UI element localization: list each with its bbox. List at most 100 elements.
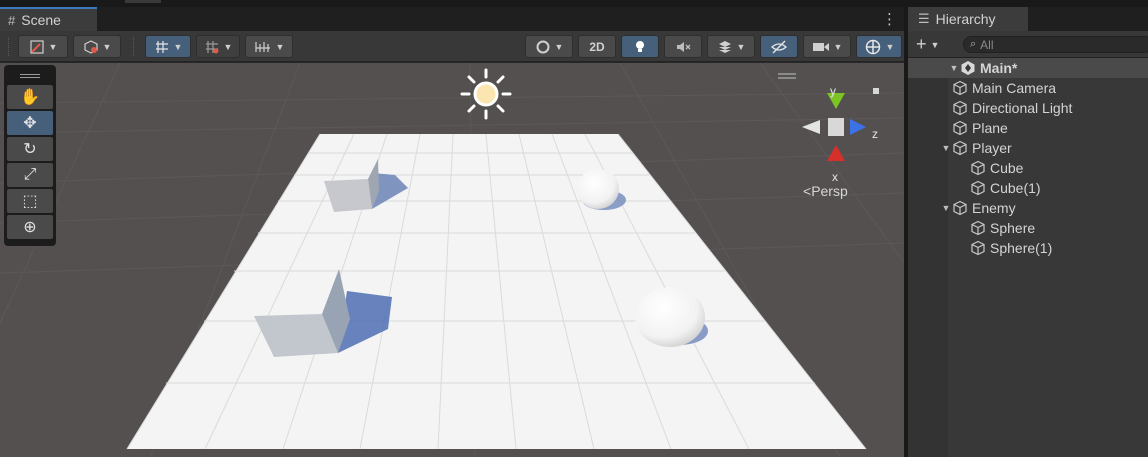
hierarchy-item-label: Directional Light: [972, 100, 1073, 116]
scene-toolbar: ▼ ▼ ▼ ▼ ▼ ▼ 2D ▼ ▼ ▼: [0, 31, 904, 62]
ruler-dropdown[interactable]: ▼: [245, 35, 293, 58]
move-tool-button[interactable]: ✥: [7, 111, 53, 135]
2d-toggle[interactable]: 2D: [578, 35, 616, 58]
hierarchy-item[interactable]: Main Camera: [908, 78, 1148, 98]
hierarchy-item[interactable]: Sphere(1): [908, 238, 1148, 258]
hierarchy-item-label: Sphere: [990, 220, 1036, 236]
projection-text: Persp: [811, 183, 848, 199]
create-dropdown[interactable]: + ▼: [916, 34, 939, 55]
hand-tool-button[interactable]: ✋: [7, 85, 53, 109]
list-icon: ☰: [918, 11, 930, 26]
rotate-icon: ↻: [23, 141, 37, 158]
hierarchy-item-label: Main Camera: [972, 80, 1057, 96]
chevron-down-icon: ▼: [930, 39, 940, 50]
scene-panel: # Scene ⋮ ▼ ▼ ▼ ▼ ▼ ▼ 2D ▼ ▼ ▼ y z x <Pe…: [0, 7, 904, 457]
hierarchy-item-label: Player: [972, 140, 1012, 156]
grid-snap-icon: [155, 40, 168, 53]
hierarchy-item-label: Plane: [972, 120, 1008, 136]
scene-render: [0, 63, 904, 457]
plane-mesh: [127, 134, 866, 449]
gizmo-lock-icon[interactable]: [873, 88, 879, 94]
tab-hierarchy-label: Hierarchy: [935, 11, 996, 27]
search-placeholder: All: [980, 37, 994, 52]
ruler-icon: [254, 41, 270, 52]
grid-icon: #: [8, 12, 16, 28]
hierarchy-item[interactable]: Plane: [908, 118, 1148, 138]
hierarchy-item[interactable]: Directional Light: [908, 98, 1148, 118]
gizmo-center-cube[interactable]: [828, 118, 844, 136]
gameobject-cube-icon: [952, 140, 972, 156]
hierarchy-item[interactable]: ▼ Enemy: [908, 198, 1148, 218]
orbit-dropdown[interactable]: ▼: [525, 35, 573, 58]
gameobject-cube-icon: [952, 100, 972, 116]
increment-snap-icon: [205, 40, 219, 53]
hierarchy-item-label: Enemy: [972, 200, 1016, 216]
gameobject-cube-icon: [952, 80, 972, 96]
increment-snap-dropdown[interactable]: ▼: [196, 35, 240, 58]
unity-scene-icon: [960, 60, 980, 76]
gizmo-y-label: y: [830, 84, 836, 98]
gizmo-x-label: x: [832, 170, 838, 184]
effects-dropdown[interactable]: ▼: [707, 35, 755, 58]
hierarchy-item-label: Main*: [980, 60, 1018, 76]
transform-icon: ⊕: [23, 219, 37, 236]
draw-mode-icon: [29, 39, 44, 54]
lighting-toggle[interactable]: [621, 35, 659, 58]
camera-icon: [812, 42, 829, 51]
gizmo-z-label: z: [872, 127, 878, 141]
transform-tool-button[interactable]: ⊕: [7, 215, 53, 239]
rect-tool-button[interactable]: ⬚: [7, 189, 53, 213]
tab-hierarchy[interactable]: ☰ Hierarchy: [908, 7, 1028, 31]
gameobject-cube-icon: [970, 160, 990, 176]
gizmo-x-cone[interactable]: [827, 145, 845, 161]
hierarchy-item[interactable]: Cube(1): [908, 178, 1148, 198]
orientation-gizmo[interactable]: [778, 73, 879, 161]
audio-mute-icon: [677, 41, 691, 52]
gameobject-cube-icon: [970, 240, 990, 256]
grid-snap-toggle[interactable]: ▼: [145, 35, 191, 58]
gizmos-dropdown[interactable]: ▼: [856, 35, 902, 58]
hidden-objects-toggle[interactable]: [760, 35, 798, 58]
gizmos-icon: [865, 39, 880, 54]
tab-scene[interactable]: # Scene: [0, 7, 97, 31]
hierarchy-item-label: Cube: [990, 160, 1024, 176]
gizmo-negx-cone[interactable]: [802, 120, 820, 134]
scale-tool-button[interactable]: ⤢: [7, 163, 53, 187]
effects-icon: [718, 40, 731, 53]
tool-palette-grip[interactable]: [7, 68, 53, 83]
camera-dropdown[interactable]: ▼: [803, 35, 851, 58]
expand-arrow-icon[interactable]: ▼: [940, 203, 952, 213]
hierarchy-scene-root[interactable]: ▼ Main*: [908, 58, 1148, 78]
shading-dropdown[interactable]: ▼: [73, 35, 121, 58]
gameobject-cube-icon: [952, 120, 972, 136]
audio-toggle[interactable]: [664, 35, 702, 58]
hierarchy-item-label: Sphere(1): [990, 240, 1053, 256]
hierarchy-tabbar: ☰ Hierarchy: [908, 7, 1148, 31]
directional-light-icon: [460, 68, 512, 120]
kebab-menu-icon[interactable]: ⋮: [882, 10, 897, 28]
gizmo-z-cone[interactable]: [850, 119, 866, 135]
hierarchy-item-label: Cube(1): [990, 180, 1041, 196]
draw-mode-dropdown[interactable]: ▼: [18, 35, 68, 58]
search-icon: ⌕: [970, 38, 977, 50]
hierarchy-item[interactable]: ▼ Player: [908, 138, 1148, 158]
projection-label[interactable]: <Persp: [803, 183, 848, 199]
top-strip: [0, 0, 1148, 7]
rotate-tool-button[interactable]: ↻: [7, 137, 53, 161]
top-strip-chip: [125, 0, 161, 3]
tab-scene-label: Scene: [21, 12, 61, 28]
shading-icon: [83, 39, 98, 54]
expand-arrow-icon[interactable]: ▼: [940, 143, 952, 153]
hierarchy-list: ▼ Main* Main Camera Directional Light Plane ▼…: [908, 58, 1148, 457]
lighting-icon: [636, 40, 644, 52]
gameobject-cube-icon: [952, 200, 972, 216]
hierarchy-panel: ☰ Hierarchy + ▼ ⌕ All ▼ Main* Main Camera Di…: [908, 7, 1148, 457]
scene-tabbar: # Scene ⋮: [0, 7, 904, 31]
hierarchy-item[interactable]: Sphere: [908, 218, 1148, 238]
scene-viewport[interactable]: y z x: [0, 63, 904, 457]
sphere-near: [635, 287, 705, 347]
rect-icon: ⬚: [22, 193, 38, 210]
hierarchy-search-input[interactable]: ⌕ All: [963, 36, 1148, 53]
hierarchy-item[interactable]: Cube: [908, 158, 1148, 178]
expand-arrow-icon[interactable]: ▼: [948, 63, 960, 73]
